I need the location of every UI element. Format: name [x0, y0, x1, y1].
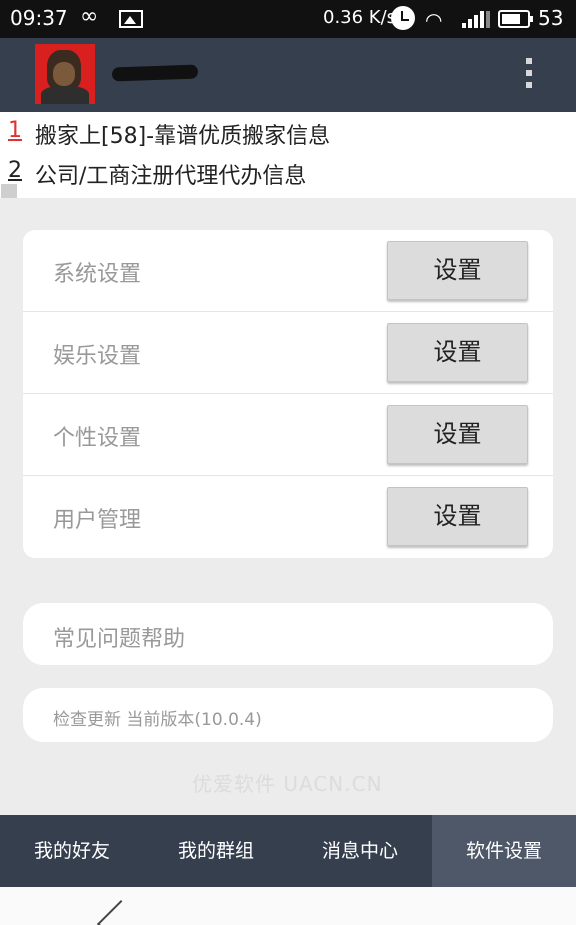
settings-row-personal: 个性设置 设置: [23, 394, 553, 476]
more-menu-icon[interactable]: [522, 58, 536, 92]
settings-row-user-management: 用户管理 设置: [23, 476, 553, 558]
help-label: 常见问题帮助: [53, 627, 186, 652]
bottom-tab-bar: 我的好友 我的群组 消息中心 软件设置: [0, 815, 576, 887]
settings-row-entertainment: 娱乐设置 设置: [23, 312, 553, 394]
settings-row-system: 系统设置 设置: [23, 230, 553, 312]
signal-icon: [462, 10, 490, 28]
ad-number: 2: [8, 158, 22, 183]
status-time: 09:37: [10, 6, 68, 30]
back-icon[interactable]: [96, 899, 146, 925]
row-label: 个性设置: [53, 426, 142, 451]
row-label: 系统设置: [53, 262, 142, 287]
system-nav-bar: [0, 887, 576, 925]
ad-text: 搬家上[58]-靠谱优质搬家信息: [35, 124, 331, 149]
ad-number: 1: [8, 118, 22, 143]
infinity-icon: ∞: [80, 4, 99, 29]
ad-link-1[interactable]: 1 搬家上[58]-靠谱优质搬家信息: [0, 112, 576, 152]
tab-settings[interactable]: 软件设置: [432, 815, 576, 887]
update-label: 检查更新 当前版本(10.0.4): [53, 710, 262, 730]
wifi-icon: ◠: [425, 8, 443, 32]
tab-messages[interactable]: 消息中心: [288, 815, 432, 887]
ad-text: 公司/工商注册代理代办信息: [35, 164, 307, 189]
system-settings-button[interactable]: 设置: [387, 241, 528, 300]
battery-icon: [498, 10, 533, 28]
image-icon: [119, 10, 143, 28]
user-management-button[interactable]: 设置: [387, 487, 528, 546]
help-item[interactable]: 常见问题帮助: [23, 603, 553, 665]
alarm-icon: [391, 6, 415, 30]
watermark: 优爱软件 UACN.CN: [192, 772, 383, 796]
ad-mark-icon: [1, 184, 17, 198]
ad-link-2[interactable]: 2 公司/工商注册代理代办信息: [0, 152, 576, 192]
row-label: 娱乐设置: [53, 344, 142, 369]
check-update-item[interactable]: 检查更新 当前版本(10.0.4): [23, 688, 553, 742]
status-bar: 09:37 ∞ 0.36 K/s ◠ 53: [0, 0, 576, 38]
settings-card: 系统设置 设置 娱乐设置 设置 个性设置 设置 用户管理 设置: [23, 230, 553, 558]
avatar[interactable]: [35, 44, 95, 104]
tab-friends[interactable]: 我的好友: [0, 815, 144, 887]
ad-banner: 1 搬家上[58]-靠谱优质搬家信息 2 公司/工商注册代理代办信息: [0, 112, 576, 198]
row-label: 用户管理: [53, 508, 142, 533]
entertainment-settings-button[interactable]: 设置: [387, 323, 528, 382]
app-header: [0, 38, 576, 112]
battery-level: 53: [538, 6, 564, 30]
username-redacted: [111, 64, 199, 82]
tab-groups[interactable]: 我的群组: [144, 815, 288, 887]
network-speed: 0.36 K/s: [323, 7, 397, 28]
personal-settings-button[interactable]: 设置: [387, 405, 528, 464]
